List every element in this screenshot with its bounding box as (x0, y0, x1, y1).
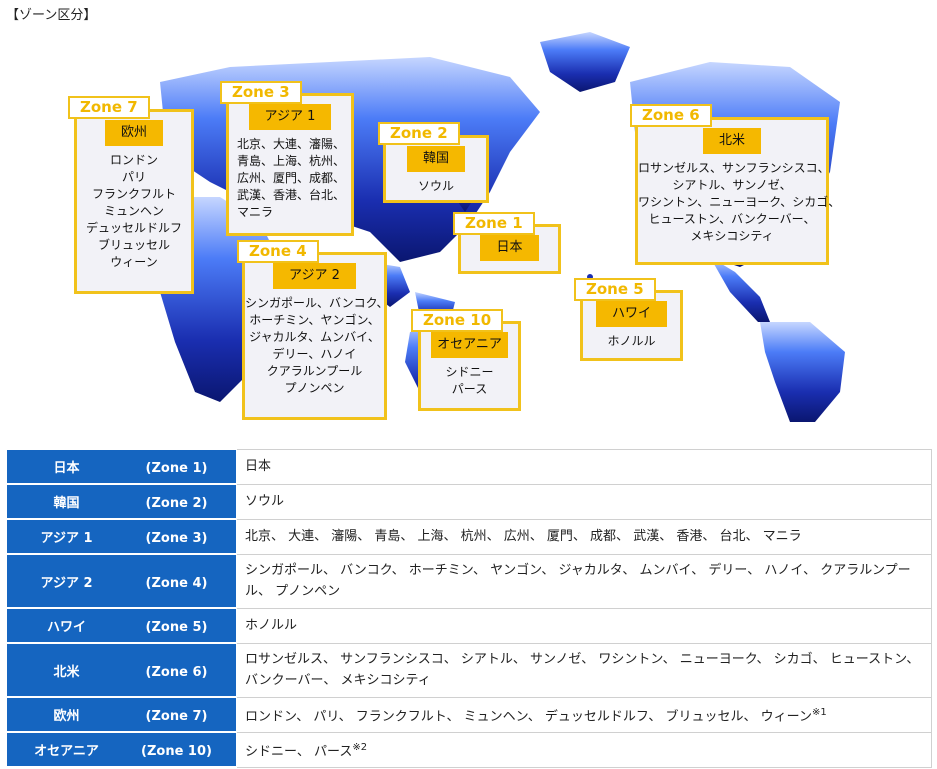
row-header: ハワイ (Zone 5) (6, 607, 237, 644)
row-cities: シドニー、 パース※2 (236, 731, 932, 768)
world-map: 欧州 ロンドン パリ フランクフルト ミュンヘン デュッセルドルフ ブリュッセル… (0, 0, 937, 440)
zone-3-tag: Zone 3 (220, 81, 302, 104)
region-name: 欧州 (53, 709, 80, 724)
zone-5-region: ハワイ (595, 301, 667, 327)
row-cities: 日本 (236, 449, 932, 485)
zone-code: (Zone 6) (145, 664, 208, 680)
row-header: アジア 2 (Zone 4) (6, 553, 237, 609)
region-name: 北米 (53, 664, 80, 680)
zone-1-region: 日本 (480, 235, 539, 261)
zone-7-box: 欧州 ロンドン パリ フランクフルト ミュンヘン デュッセルドルフ ブリュッセル… (74, 109, 194, 294)
zone-7-tag: Zone 7 (68, 96, 150, 119)
zone-code: (Zone 2) (145, 496, 208, 511)
row-cities: ホノルル (236, 607, 932, 644)
zone-2-tag: Zone 2 (378, 122, 460, 145)
row-header: 欧州 (Zone 7) (6, 696, 237, 733)
zone-7-region: 欧州 (104, 120, 163, 146)
zone-3-region: アジア 1 (248, 104, 332, 130)
zone-6-cities: ロサンゼルス、サンフランシスコ、 シアトル、サンノゼ、 ワシントン、ニューヨーク… (638, 161, 841, 243)
row-header: オセアニア (Zone 10) (6, 731, 237, 768)
table-row: 日本 (Zone 1) 日本 (6, 449, 932, 485)
zone-code: (Zone 10) (141, 744, 212, 759)
region-name: 韓国 (53, 496, 80, 511)
zone-10-tag: Zone 10 (411, 309, 504, 332)
row-header: 日本 (Zone 1) (6, 449, 237, 485)
greenland-shape (540, 32, 630, 92)
zone-table: 日本 (Zone 1) 日本 韓国 (Zone 2) ソウル アジア 1 (Zone … (6, 449, 932, 768)
zone-1-tag: Zone 1 (453, 212, 535, 235)
zone-10-cities: シドニー パース (445, 365, 494, 396)
south-america-shape (760, 322, 845, 422)
footnote-mark: ※2 (352, 741, 368, 753)
row-header: アジア 1 (Zone 3) (6, 518, 237, 555)
zone-2-box: 韓国 ソウル (383, 135, 489, 203)
row-cities: シンガポール、 バンコク、 ホーチミン、 ヤンゴン、 ジャカルタ、 ムンバイ、 … (236, 553, 932, 609)
footnote-mark: ※1 (812, 706, 827, 718)
zone-code: (Zone 5) (145, 620, 208, 635)
zone-2-cities: ソウル (417, 179, 454, 193)
zone-code: (Zone 4) (145, 575, 208, 591)
table-row: 韓国 (Zone 2) ソウル (6, 483, 932, 520)
zone-4-box: アジア 2 シンガポール、バンコク、 ホーチミン、ヤンゴン、 ジャカルタ、ムンバ… (242, 252, 389, 420)
zone-6-tag: Zone 6 (630, 104, 712, 127)
zone-6-box: 北米 ロサンゼルス、サンフランシスコ、 シアトル、サンノゼ、 ワシントン、ニュー… (635, 117, 841, 265)
row-cities: 北京、 大連、 瀋陽、 青島、 上海、 杭州、 広州、 厦門、 成都、 武漢、 … (236, 518, 932, 555)
zone-6-region: 北米 (702, 128, 761, 154)
zone-4-cities: シンガポール、バンコク、 ホーチミン、ヤンゴン、 ジャカルタ、ムンバイ、 デリー… (245, 296, 389, 395)
zone-5-tag: Zone 5 (574, 278, 656, 301)
region-name: オセアニア (34, 744, 99, 759)
row-header: 韓国 (Zone 2) (6, 483, 237, 520)
row-cities: ソウル (236, 483, 932, 520)
row-cities: ロサンゼルス、 サンフランシスコ、 シアトル、 サンノゼ、 ワシントン、 ニュー… (236, 642, 932, 698)
zone-10-region: オセアニア (431, 332, 508, 358)
table-row: アジア 2 (Zone 4) シンガポール、 バンコク、 ホーチミン、 ヤンゴン、… (6, 553, 932, 609)
table-row: ハワイ (Zone 5) ホノルル (6, 607, 932, 644)
table-row: 欧州 (Zone 7) ロンドン、 パリ、 フランクフルト、 ミュンヘン、 デュッ… (6, 696, 932, 733)
zone-3-box: アジア 1 北京、大連、瀋陽、 青島、上海、杭州、 広州、厦門、成都、 武漢、香… (226, 93, 354, 236)
zone-3-cities: 北京、大連、瀋陽、 青島、上海、杭州、 広州、厦門、成都、 武漢、香港、台北、 … (237, 137, 346, 219)
row-header: 北米 (Zone 6) (6, 642, 237, 698)
region-name: ハワイ (46, 620, 86, 635)
table-row: アジア 1 (Zone 3) 北京、 大連、 瀋陽、 青島、 上海、 杭州、 広州… (6, 518, 932, 555)
zone-2-region: 韓国 (406, 146, 465, 172)
table-row: 北米 (Zone 6) ロサンゼルス、 サンフランシスコ、 シアトル、 サンノゼ、… (6, 642, 932, 698)
zone-7-cities: ロンドン パリ フランクフルト ミュンヘン デュッセルドルフ ブリュッセル ウィ… (85, 153, 182, 269)
zone-code: (Zone 3) (145, 531, 208, 546)
zone-10-box: オセアニア シドニー パース (418, 321, 521, 411)
row-cities: ロンドン、 パリ、 フランクフルト、 ミュンヘン、 デュッセルドルフ、 ブリュッ… (236, 696, 932, 733)
zone-4-tag: Zone 4 (237, 240, 319, 263)
zone-code: (Zone 7) (145, 709, 208, 724)
region-name: アジア 1 (40, 531, 93, 546)
table-row: オセアニア (Zone 10) シドニー、 パース※2 (6, 731, 932, 768)
zone-4-region: アジア 2 (273, 263, 356, 289)
region-name: 日本 (53, 461, 80, 476)
zone-5-cities: ホノルル (607, 334, 656, 348)
zone-code: (Zone 1) (145, 461, 208, 476)
region-name: アジア 2 (40, 575, 93, 591)
